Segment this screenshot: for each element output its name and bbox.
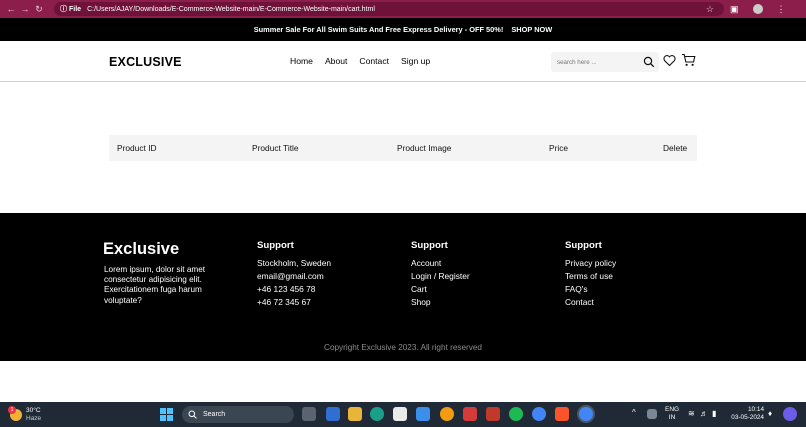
- onedrive-icon[interactable]: [647, 409, 657, 419]
- teams-icon[interactable]: [326, 407, 340, 421]
- footer-email[interactable]: email@gmail.com: [257, 270, 331, 283]
- region-code: IN: [668, 414, 676, 421]
- footer-brand: Exclusive: [103, 240, 180, 258]
- task-view-icon[interactable]: [302, 407, 316, 421]
- col-product-title: Product Title: [252, 143, 299, 153]
- site-footer: Exclusive Lorem ipsum, dolor sit amet co…: [0, 213, 806, 361]
- extensions-icon[interactable]: ▣: [730, 4, 739, 15]
- windows-start-icon[interactable]: [160, 408, 173, 421]
- footer-link-contact[interactable]: Contact: [565, 296, 616, 309]
- mcafee-icon[interactable]: [463, 407, 477, 421]
- footer-col-contact: Support Stockholm, Sweden email@gmail.co…: [257, 240, 331, 309]
- vscode-icon[interactable]: [416, 407, 430, 421]
- footer-col-title: Support: [257, 240, 294, 251]
- clock-date: 03-05-2024: [731, 414, 764, 421]
- info-icon: ⓘ: [60, 6, 67, 13]
- volume-icon[interactable]: ♬: [700, 409, 708, 418]
- edge-icon[interactable]: [370, 407, 384, 421]
- store-icon[interactable]: [393, 407, 407, 421]
- footer-phone-1[interactable]: +46 123 456 78: [257, 283, 331, 296]
- promo-banner: Summer Sale For All Swim Suits And Free …: [0, 18, 806, 41]
- search-placeholder: search here ...: [557, 58, 597, 66]
- promo-text: Summer Sale For All Swim Suits And Free …: [253, 25, 504, 34]
- chrome-active-icon[interactable]: [579, 407, 593, 421]
- footer-link-login[interactable]: Login / Register: [411, 270, 470, 283]
- file-chip-label: File: [69, 5, 82, 13]
- clock-time: 10:14: [748, 406, 764, 413]
- footer-phone-2[interactable]: +46 72 345 67: [257, 296, 331, 309]
- site-header: EXCLUSIVE Home About Contact Sign up sea…: [0, 41, 806, 82]
- col-product-image: Product Image: [397, 143, 452, 153]
- heart-icon[interactable]: [663, 54, 676, 67]
- nav-contact[interactable]: Contact: [359, 56, 389, 66]
- weather-temp: 30°C: [26, 407, 41, 414]
- copyright-text: Copyright Exclusive 2023. All right rese…: [324, 343, 482, 352]
- taskbar-search[interactable]: Search: [182, 406, 294, 423]
- file-explorer-icon[interactable]: [348, 407, 362, 421]
- chrome-icon[interactable]: [532, 407, 546, 421]
- clock[interactable]: 10:14 03-05-2024: [726, 406, 764, 422]
- reload-icon[interactable]: ↻: [32, 4, 46, 15]
- back-icon[interactable]: ←: [4, 4, 18, 14]
- weather-widget[interactable]: 1 30°C Haze: [8, 406, 42, 423]
- nav-signup[interactable]: Sign up: [401, 56, 430, 66]
- footer-address: Stockholm, Sweden: [257, 258, 332, 268]
- footer-col-account: Support Account Login / Register Cart Sh…: [411, 240, 470, 309]
- weather-desc: Haze: [26, 415, 42, 422]
- col-price: Price: [549, 143, 569, 153]
- bookmark-star-icon[interactable]: ☆: [706, 4, 714, 15]
- profile-avatar[interactable]: [752, 4, 763, 14]
- cart-icon[interactable]: [681, 53, 696, 67]
- menu-icon[interactable]: ⋮: [777, 4, 786, 15]
- chevron-up-icon[interactable]: ^: [632, 408, 636, 417]
- footer-col-title: Support: [411, 240, 448, 251]
- brave-icon[interactable]: [555, 407, 569, 421]
- spotify-icon[interactable]: [509, 407, 523, 421]
- footer-link-privacy[interactable]: Privacy policy: [565, 257, 616, 270]
- nav-home[interactable]: Home: [290, 56, 313, 66]
- language-indicator[interactable]: ENG IN: [665, 406, 679, 422]
- site-logo[interactable]: EXCLUSIVE: [109, 55, 182, 69]
- nav-about[interactable]: About: [325, 56, 347, 66]
- file-chip[interactable]: ⓘ File: [60, 4, 81, 14]
- search-icon[interactable]: [643, 56, 655, 68]
- notification-bell-icon[interactable]: ♦: [768, 409, 772, 418]
- wifi-icon[interactable]: ≋: [688, 409, 695, 418]
- shop-now-link[interactable]: SHOP NOW: [511, 25, 552, 34]
- main-nav: Home About Contact Sign up: [290, 56, 430, 66]
- browser-toolbar: ← → ↻ ⓘ File C:/Users/AJAY/Downloads/E-C…: [0, 0, 806, 18]
- cart-table-header: Product ID Product Title Product Image P…: [109, 135, 697, 161]
- footer-link-shop[interactable]: Shop: [411, 296, 470, 309]
- col-product-id: Product ID: [117, 143, 157, 153]
- footer-link-terms[interactable]: Terms of use: [565, 270, 616, 283]
- footer-col-legal: Support Privacy policy Terms of use FAQ'…: [565, 240, 616, 309]
- footer-link-cart[interactable]: Cart: [411, 283, 470, 296]
- footer-description: Lorem ipsum, dolor sit amet consectetur …: [104, 265, 206, 305]
- language-code: ENG: [665, 406, 680, 413]
- acrobat-icon[interactable]: [486, 407, 500, 421]
- search-icon: [188, 410, 197, 419]
- footer-col-title: Support: [565, 240, 602, 251]
- taskbar-search-label: Search: [203, 411, 226, 418]
- copilot-icon[interactable]: [783, 407, 797, 421]
- sun-icon: 1: [8, 406, 22, 421]
- url-text: C:/Users/AJAY/Downloads/E-Commerce-Websi…: [87, 5, 375, 13]
- footer-link-faq[interactable]: FAQ's: [565, 283, 616, 296]
- search-input[interactable]: search here ...: [551, 52, 659, 72]
- app-icon[interactable]: [440, 407, 454, 421]
- battery-icon[interactable]: ▮: [712, 409, 716, 418]
- footer-link-account[interactable]: Account: [411, 257, 470, 270]
- taskbar: 1 30°C Haze Search ^ ENG IN ≋ ♬ ▮ 10:14 …: [0, 402, 806, 427]
- weather-badge: 1: [8, 406, 16, 414]
- col-delete: Delete: [663, 143, 688, 153]
- address-bar[interactable]: ⓘ File C:/Users/AJAY/Downloads/E-Commerc…: [54, 2, 724, 16]
- forward-icon[interactable]: →: [18, 4, 32, 14]
